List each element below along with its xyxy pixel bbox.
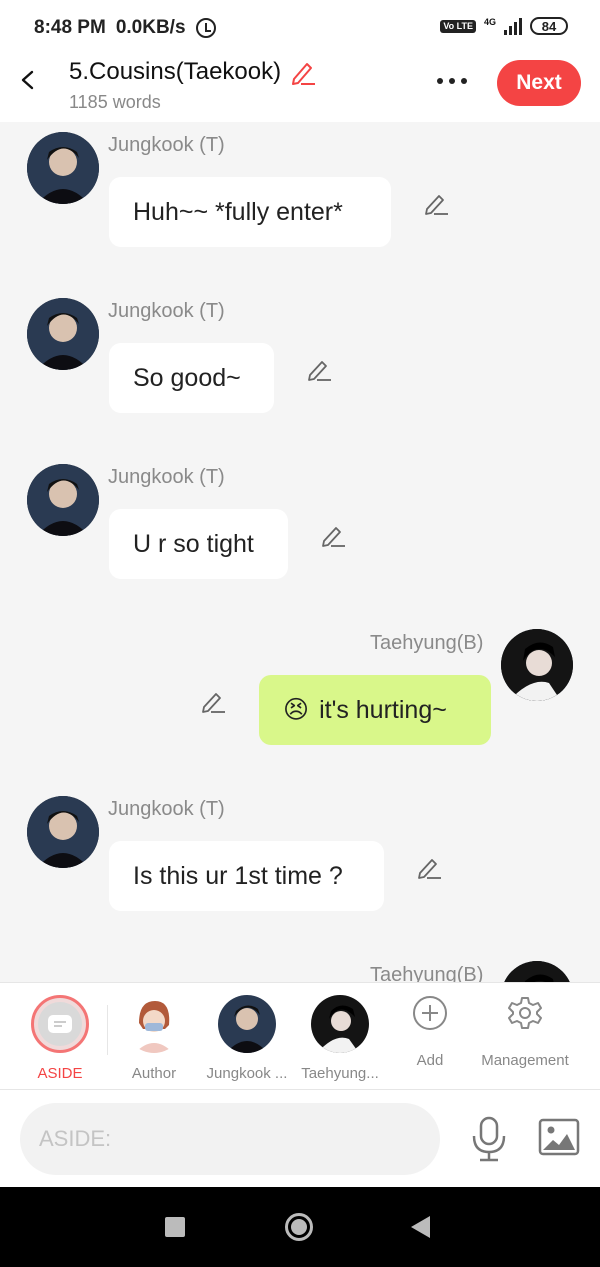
sender-name: Jungkook (T) [108, 798, 225, 820]
edit-title-icon[interactable] [289, 58, 317, 86]
management-button[interactable]: Management [475, 995, 575, 1069]
more-icon[interactable] [437, 78, 467, 84]
avatar-taehyung[interactable] [501, 629, 573, 701]
message-bubble[interactable]: So good~ [109, 343, 274, 413]
recents-button[interactable] [165, 1217, 185, 1237]
input-area [0, 1090, 600, 1187]
message-bubble[interactable]: Huh~~ *fully enter* [109, 177, 391, 247]
network-type: 4G [483, 17, 496, 27]
volte-badge: Vo LTE [440, 19, 476, 33]
status-right: Vo LTE 4G 84 [440, 17, 568, 35]
add-character-button[interactable]: Add [380, 995, 480, 1069]
character-label: Author [131, 1065, 177, 1082]
gear-icon [508, 997, 542, 1029]
chat-area[interactable]: Jungkook (T) Huh~~ *fully enter* Jungkoo… [0, 122, 600, 982]
mic-icon[interactable] [470, 1116, 508, 1162]
character-label: Taehyung... [301, 1065, 379, 1082]
sender-name: Taehyung(B) [370, 632, 484, 654]
signal-icon [504, 17, 522, 35]
edit-message-icon[interactable] [423, 190, 449, 216]
taehyung-avatar [311, 995, 369, 1053]
edit-message-icon[interactable] [306, 356, 332, 382]
header: 5.Cousins(Taekook) 1185 words Next [0, 56, 600, 122]
character-label: Add [416, 1052, 444, 1069]
next-button[interactable]: Next [497, 60, 581, 106]
edit-message-icon[interactable] [320, 522, 346, 548]
status-time: 8:48 PM [34, 17, 106, 38]
author-avatar [125, 995, 183, 1053]
back-icon[interactable] [18, 70, 38, 90]
sender-name: Jungkook (T) [108, 466, 225, 488]
emoji-icon: 😣 [283, 696, 310, 724]
avatar-jungkook[interactable] [27, 464, 99, 536]
status-bar: 8:48 PM 0.0KB/s Vo LTE 4G 84 [0, 0, 600, 56]
character-author[interactable]: Author [104, 995, 204, 1082]
status-left: 8:48 PM 0.0KB/s [34, 17, 216, 39]
sender-name: Jungkook (T) [108, 300, 225, 322]
character-label: Jungkook ... [206, 1065, 288, 1082]
image-icon[interactable] [538, 1118, 580, 1156]
back-nav-button[interactable] [411, 1216, 430, 1238]
message-bubble[interactable]: U r so tight [109, 509, 288, 579]
page-title[interactable]: 5.Cousins(Taekook) [69, 58, 317, 86]
edit-message-icon[interactable] [416, 854, 442, 880]
character-taehyung[interactable]: Taehyung... [290, 995, 390, 1082]
word-count: 1185 words [69, 92, 161, 112]
home-button[interactable] [285, 1213, 313, 1241]
character-aside[interactable]: ASIDE [10, 995, 110, 1082]
avatar-jungkook[interactable] [27, 298, 99, 370]
character-label: Management [481, 1052, 569, 1069]
title-text: 5.Cousins(Taekook) [69, 58, 282, 85]
character-label: ASIDE [37, 1065, 83, 1082]
sender-name: Jungkook (T) [108, 134, 225, 156]
edit-message-icon[interactable] [200, 688, 226, 714]
add-icon [413, 996, 447, 1030]
battery-icon: 84 [530, 17, 568, 35]
net-speed: 0.0KB/s [115, 17, 186, 38]
aside-input[interactable] [20, 1103, 440, 1175]
aside-avatar [31, 995, 89, 1053]
avatar-taehyung[interactable] [501, 961, 573, 982]
character-bar: ASIDE Author Jungkook ... Taehyung... Ad… [0, 982, 600, 1090]
character-jungkook[interactable]: Jungkook ... [197, 995, 297, 1082]
alarm-icon [195, 18, 216, 38]
message-bubble[interactable]: 😣 it's hurting~ [259, 675, 491, 745]
avatar-jungkook[interactable] [27, 132, 99, 204]
avatar-jungkook[interactable] [27, 796, 99, 868]
jungkook-avatar [218, 995, 276, 1053]
system-nav-bar [0, 1187, 600, 1267]
aside-icon [48, 1015, 72, 1033]
message-text: it's hurting~ [319, 695, 447, 724]
sender-name: Taehyung(B) [370, 964, 484, 982]
message-bubble[interactable]: Is this ur 1st time ? [109, 841, 384, 911]
